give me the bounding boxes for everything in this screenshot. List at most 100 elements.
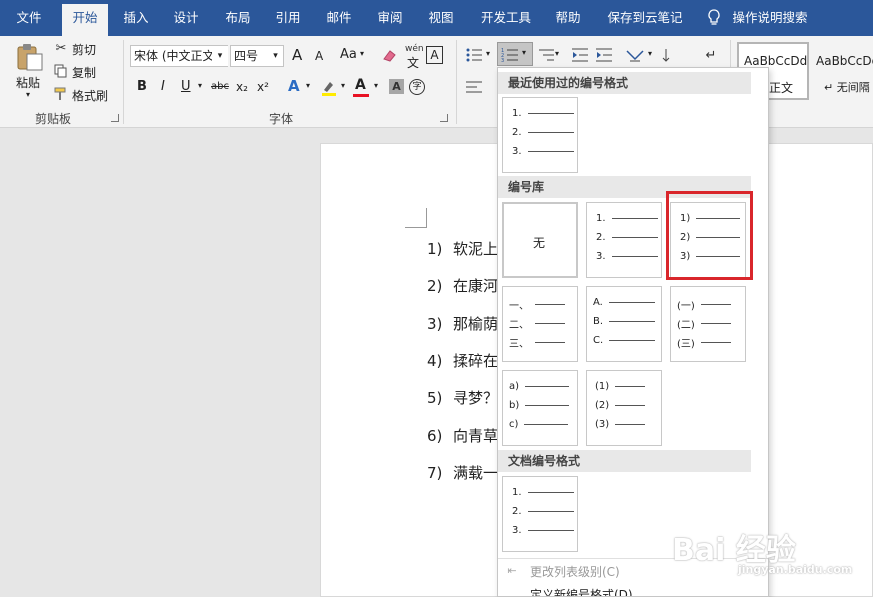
font-group-label: 字体 [269, 112, 294, 126]
numbering-format-option[interactable]: 1. 2. 3. [586, 202, 662, 278]
text-effects-button[interactable]: A [288, 77, 300, 95]
font-color-button[interactable]: A [355, 77, 366, 93]
change-case-button[interactable]: Aa [340, 47, 357, 62]
tab-home[interactable]: 开始 [62, 4, 108, 36]
list-item[interactable]: 5) 寻梦？ [427, 387, 498, 408]
tab-references[interactable]: 引用 [266, 0, 310, 36]
shrink-font-button[interactable]: A [315, 49, 323, 63]
tab-insert[interactable]: 插入 [114, 0, 158, 36]
list-item[interactable]: 2) 在康河 [427, 275, 498, 296]
scissors-icon[interactable]: ✂ [53, 40, 69, 56]
bullets-icon[interactable] [465, 46, 483, 64]
pinyin-guide-top[interactable]: wén [405, 44, 424, 54]
tab-mailings[interactable]: 邮件 [317, 0, 361, 36]
list-text: 那榆荫 [453, 315, 499, 333]
format-painter-icon[interactable] [53, 86, 69, 102]
numbering-format-option[interactable]: (一) (二) (三) [670, 286, 746, 362]
subscript-button[interactable]: x₂ [236, 80, 248, 94]
paste-label[interactable]: 粘贴 [16, 74, 40, 91]
format-painter-button[interactable]: 格式刷 [72, 87, 108, 104]
numbering-none-option[interactable]: 无 [502, 202, 578, 278]
enclose-char-button[interactable]: 字 [409, 79, 425, 95]
tab-view[interactable]: 视图 [419, 0, 463, 36]
font-name-value: 宋体 (中文正文) [134, 49, 220, 63]
chevron-down-icon[interactable]: ▾ [360, 49, 364, 58]
highlight-box [666, 191, 753, 280]
change-list-level-item[interactable]: 更改列表级别(C) [530, 563, 620, 580]
numbering-button[interactable]: 123 ▾ [497, 42, 533, 66]
list-number: 2) [427, 277, 443, 295]
list-level-icon: ⇤ [507, 563, 517, 577]
chinese-layout-icon[interactable] [626, 46, 644, 64]
chevron-down-icon[interactable]: ▾ [374, 81, 378, 90]
tell-me-search[interactable]: 操作说明搜索 [730, 0, 810, 36]
list-text: 寻梦？ [453, 389, 499, 407]
copy-button[interactable]: 复制 [72, 64, 96, 81]
cut-button[interactable]: 剪切 [72, 41, 96, 58]
font-launcher-icon[interactable] [440, 114, 448, 122]
italic-button[interactable]: I [161, 79, 165, 94]
superscript-button[interactable]: x² [257, 80, 269, 94]
bold-button[interactable]: B [137, 79, 147, 94]
numbering-format-option[interactable]: a) b) c) [502, 370, 578, 446]
char-shading-button[interactable]: A [389, 79, 404, 94]
grow-font-button[interactable]: A [292, 46, 302, 64]
increase-indent-icon[interactable] [595, 46, 613, 64]
list-text: 揉碎在 [453, 352, 499, 370]
list-item[interactable]: 6) 向青草 [427, 425, 498, 446]
pinyin-guide-button[interactable]: 文 [407, 54, 419, 71]
tab-save-cloud-note[interactable]: 保存到云笔记 [600, 0, 690, 36]
multilevel-list-icon[interactable] [536, 46, 556, 64]
tab-design[interactable]: 设计 [164, 0, 208, 36]
tab-developer[interactable]: 开发工具 [474, 0, 538, 36]
clear-formatting-icon[interactable] [381, 47, 399, 65]
char-border-button[interactable]: A [426, 46, 443, 64]
list-item[interactable]: 1) 软泥上 [427, 238, 498, 259]
document-formats-header: 文档编号格式 [498, 450, 751, 472]
tab-layout[interactable]: 布局 [216, 0, 260, 36]
list-text: 在康河 [453, 277, 499, 295]
chevron-down-icon[interactable]: ▾ [198, 81, 202, 90]
chevron-down-icon[interactable]: ▾ [648, 49, 652, 58]
strikethrough-button[interactable]: abc [211, 81, 229, 92]
chevron-down-icon[interactable]: ▾ [555, 49, 559, 58]
list-item[interactable]: 3) 那榆荫 [427, 313, 498, 334]
clipboard-launcher-icon[interactable] [111, 114, 119, 122]
tab-help[interactable]: 帮助 [546, 0, 590, 36]
paste-icon[interactable] [15, 42, 45, 72]
clipboard-group-label: 剪贴板 [35, 112, 72, 126]
lightbulb-icon [706, 9, 722, 27]
chevron-down-icon[interactable]: ▾ [341, 81, 345, 90]
define-new-format-item[interactable]: 定义新编号格式(D)... [530, 586, 644, 596]
chevron-down-icon[interactable]: ▾ [212, 46, 228, 66]
style-normal-name: 正文 [769, 81, 794, 95]
list-number: 6) [427, 427, 443, 445]
chevron-down-icon[interactable]: ▾ [486, 49, 490, 58]
group-divider [123, 40, 124, 124]
list-number: 3) [427, 315, 443, 333]
underline-button[interactable]: U [181, 79, 191, 94]
tab-file[interactable]: 文件 [4, 0, 54, 36]
numbering-format-option[interactable]: (1) (2) (3) [586, 370, 662, 446]
copy-icon[interactable] [53, 63, 69, 79]
decrease-indent-icon[interactable] [571, 46, 589, 64]
tab-review[interactable]: 审阅 [368, 0, 412, 36]
recent-format-option[interactable]: 1. 2. 3. [502, 97, 578, 173]
sort-icon[interactable] [661, 46, 677, 64]
chevron-down-icon[interactable]: ▾ [26, 90, 30, 99]
list-item[interactable]: 7) 满载一 [427, 462, 498, 483]
list-item[interactable]: 4) 揉碎在 [427, 350, 498, 371]
show-marks-icon[interactable]: ↵ [703, 46, 719, 64]
chevron-down-icon[interactable]: ▾ [306, 81, 310, 90]
numbering-icon: 123 [501, 46, 519, 64]
align-left-icon[interactable] [465, 79, 483, 95]
svg-text:3: 3 [501, 58, 504, 63]
numbering-format-option[interactable]: 一、 二、 三、 [502, 286, 578, 362]
list-text: 满载一 [453, 464, 499, 482]
document-format-option[interactable]: 1. 2. 3. [502, 476, 578, 552]
chevron-down-icon[interactable]: ▾ [268, 46, 283, 66]
numbering-format-option[interactable]: A. B. C. [586, 286, 662, 362]
style-no-spacing[interactable]: AaBbCcDd ↵ 无间隔 [812, 42, 873, 100]
style-no-spacing-name: ↵ 无间隔 [824, 81, 870, 94]
highlighter-icon[interactable] [320, 78, 338, 96]
